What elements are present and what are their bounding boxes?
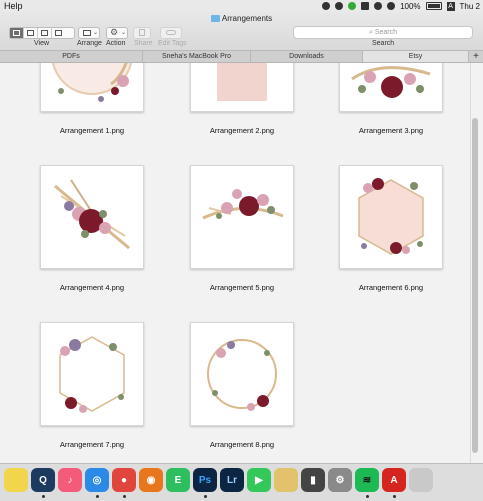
dock-app-firefox[interactable]: ◉: [139, 468, 163, 492]
icon-view-button[interactable]: [10, 28, 24, 38]
file-name[interactable]: Arrangement 7.png: [27, 440, 157, 449]
activity-icon[interactable]: [348, 2, 357, 10]
file-thumbnail-3[interactable]: [339, 63, 443, 112]
dock-app-photoshop[interactable]: Ps: [193, 468, 217, 492]
arrange-label: Arrange: [77, 40, 102, 47]
file-name[interactable]: Arrangement 6.png: [326, 283, 456, 292]
floral-bouquet-image: [351, 66, 431, 98]
search-field[interactable]: ⌕ Search: [293, 26, 473, 39]
dock-app-safari[interactable]: ◎: [85, 468, 109, 492]
file-name[interactable]: Arrangement 1.png: [27, 126, 157, 135]
dock-app-system-preferences[interactable]: ⚙: [328, 468, 352, 492]
tag-icon: [166, 30, 176, 35]
file-name[interactable]: Arrangement 5.png: [177, 283, 307, 292]
share-icon: [139, 29, 145, 36]
dock-app-music[interactable]: ♪: [58, 468, 82, 492]
battery-icon[interactable]: [425, 2, 442, 10]
record-icon[interactable]: [322, 2, 331, 10]
search-placeholder: Search: [374, 29, 398, 36]
volume-icon[interactable]: [387, 2, 396, 10]
file-thumbnail-6[interactable]: [339, 165, 443, 269]
tab-etsy[interactable]: Etsy: [363, 51, 469, 62]
running-indicator: [96, 495, 99, 498]
menu-extras: 100% A Thu 2: [322, 0, 480, 12]
floral-wreath-image: [52, 63, 132, 102]
share-label: Share: [134, 40, 153, 47]
hexagon-floral-frame-image: [358, 178, 424, 255]
tab-pdfs[interactable]: PDFs: [0, 51, 143, 62]
dock-app-evernote[interactable]: E: [166, 468, 190, 492]
file-thumbnail-1[interactable]: [40, 63, 144, 112]
dock-app-acrobat[interactable]: A: [382, 468, 406, 492]
action-button[interactable]: ⚙ ⌄: [106, 27, 128, 39]
dock-app-spotify[interactable]: ≋: [355, 468, 379, 492]
grid-icon: [13, 30, 20, 36]
action-label: Action: [106, 40, 126, 47]
file-name[interactable]: Arrangement 3.png: [326, 126, 456, 135]
edit-tags-button[interactable]: [160, 27, 182, 39]
tab-bar: PDFs Sneha's MacBook Pro Downloads Etsy …: [0, 51, 483, 63]
tab-downloads[interactable]: Downloads: [251, 51, 363, 62]
input-source-icon[interactable]: A: [446, 1, 455, 11]
dock-app-activity-monitor[interactable]: ▮: [301, 468, 325, 492]
file-name[interactable]: Arrangement 2.png: [177, 126, 307, 135]
pink-square-image: [217, 63, 267, 101]
scrollbar-thumb[interactable]: [472, 118, 478, 453]
arrange-button[interactable]: ⌄: [78, 27, 100, 39]
list-icon: [27, 30, 34, 36]
chevron-down-icon: ⌄: [121, 30, 127, 36]
gear-icon: ⚙: [110, 27, 119, 37]
file-name[interactable]: Arrangement 8.png: [177, 440, 307, 449]
dock-app-stickies[interactable]: [4, 468, 28, 492]
gallery-icon: [55, 30, 62, 36]
dock-app-notes[interactable]: [274, 468, 298, 492]
file-grid: Arrangement 1.png Arrangement 2.png Arra…: [0, 63, 470, 463]
running-indicator: [123, 495, 126, 498]
battery-percentage: 100%: [400, 1, 421, 11]
column-view-button[interactable]: [38, 28, 52, 38]
floral-swag-image: [202, 189, 284, 220]
file-thumbnail-7[interactable]: [40, 322, 144, 426]
dock-app-quicktime[interactable]: Q: [31, 468, 55, 492]
wifi-icon[interactable]: [374, 2, 383, 10]
folder-icon: [210, 15, 220, 22]
running-indicator: [204, 495, 207, 498]
file-thumbnail-4[interactable]: [40, 165, 144, 269]
dock-app-chrome[interactable]: ●: [112, 468, 136, 492]
running-indicator: [366, 495, 369, 498]
view-label: View: [34, 40, 50, 47]
chevron-down-icon: ⌄: [93, 30, 99, 36]
share-button[interactable]: [133, 27, 151, 39]
bluetooth-icon[interactable]: [361, 2, 370, 10]
view-switcher[interactable]: [9, 27, 75, 39]
dock-app-preview[interactable]: [409, 468, 433, 492]
columns-icon: [41, 30, 48, 36]
gallery-view-button[interactable]: [52, 28, 65, 38]
cloud-icon[interactable]: [335, 2, 344, 10]
tab-macbook[interactable]: Sneha's MacBook Pro: [143, 51, 251, 62]
list-view-button[interactable]: [24, 28, 38, 38]
floral-bouquet-image: [54, 179, 130, 250]
edit-tags-label: Edit Tags: [158, 40, 187, 47]
menu-bar: Help 100% A Thu 2: [0, 0, 483, 12]
arrange-icon: [83, 30, 91, 36]
circle-floral-frame-image: [207, 339, 277, 411]
hexagon-floral-frame-image: [59, 336, 125, 413]
search-icon: ⌕: [368, 29, 373, 36]
search-label: Search: [372, 40, 395, 47]
file-thumbnail-2[interactable]: [190, 63, 294, 112]
dock: Q ♪ ◎ ● ◉ E Ps Lr ▶ ▮ ⚙ ≋ A: [0, 463, 483, 501]
dock-app-lightroom[interactable]: Lr: [220, 468, 244, 492]
window-title: Arrangements: [0, 14, 483, 23]
running-indicator: [393, 495, 396, 498]
file-thumbnail-8[interactable]: [190, 322, 294, 426]
new-tab-plus-icon[interactable]: +: [469, 51, 483, 62]
dock-app-facetime[interactable]: ▶: [247, 468, 271, 492]
menu-clock[interactable]: Thu 2: [460, 2, 480, 11]
running-indicator: [42, 495, 45, 498]
finder-toolbar: Arrangements View ⌄ Arrange ⚙ ⌄ Action S…: [0, 12, 483, 51]
file-thumbnail-5[interactable]: [190, 165, 294, 269]
help-menu[interactable]: Help: [4, 1, 23, 11]
file-name[interactable]: Arrangement 4.png: [27, 283, 157, 292]
